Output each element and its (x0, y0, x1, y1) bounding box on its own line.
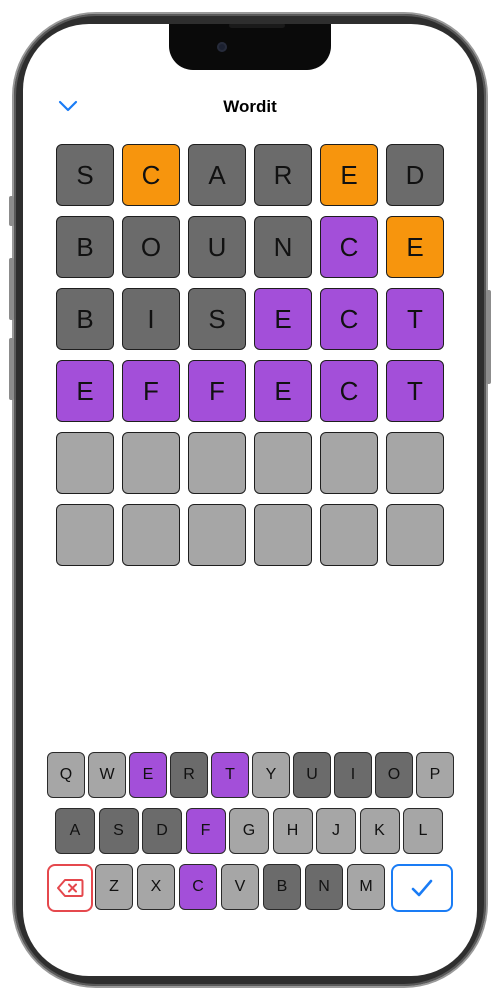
board-tile (56, 432, 114, 494)
board-tile: S (56, 144, 114, 206)
board-tile: N (254, 216, 312, 278)
board-tile: E (56, 360, 114, 422)
key-s[interactable]: S (98, 808, 139, 854)
key-v[interactable]: V (221, 864, 259, 910)
key-y[interactable]: Y (252, 752, 290, 798)
board-tile: O (122, 216, 180, 278)
key-w[interactable]: W (88, 752, 126, 798)
key-i[interactable]: I (334, 752, 372, 798)
mute-switch (9, 196, 14, 226)
board-tile: F (188, 360, 246, 422)
board-tile: E (254, 288, 312, 350)
key-f[interactable]: F (185, 808, 226, 854)
navigation-bar: Wordit (23, 90, 477, 124)
delete-backspace-icon (57, 879, 84, 897)
delete-button[interactable] (47, 864, 93, 912)
board-tile (254, 504, 312, 566)
board-tile: C (320, 288, 378, 350)
board-tile: T (386, 360, 444, 422)
board-tile: S (188, 288, 246, 350)
key-b[interactable]: B (263, 864, 301, 910)
volume-down-button (9, 338, 14, 400)
board-tile (188, 504, 246, 566)
key-z[interactable]: Z (95, 864, 133, 910)
board-tile (122, 504, 180, 566)
screen: Wordit SCAREDBOUNCEBISECTEFFECT QWERTYUI… (23, 24, 477, 976)
board-tile (122, 432, 180, 494)
page-title: Wordit (223, 97, 277, 116)
key-p[interactable]: P (416, 752, 454, 798)
board-tile: E (320, 144, 378, 206)
submit-button[interactable] (391, 864, 453, 912)
volume-up-button (9, 258, 14, 320)
key-d[interactable]: D (142, 808, 182, 854)
key-u[interactable]: U (293, 752, 331, 798)
key-c[interactable]: C (179, 864, 217, 910)
board-tile: C (320, 360, 378, 422)
board-tile (386, 432, 444, 494)
notch (169, 24, 331, 70)
board-tile (320, 504, 378, 566)
board-tile: B (56, 216, 114, 278)
key-n[interactable]: N (305, 864, 343, 910)
speaker-grille (229, 24, 285, 28)
key-a[interactable]: A (55, 808, 95, 854)
board-tile: E (254, 360, 312, 422)
key-q[interactable]: Q (47, 752, 85, 798)
key-m[interactable]: M (347, 864, 385, 910)
key-j[interactable]: J (316, 808, 356, 854)
board-tile (320, 432, 378, 494)
board-tile: I (122, 288, 180, 350)
key-o[interactable]: O (375, 752, 413, 798)
board-tile (188, 432, 246, 494)
board-tile: F (122, 360, 180, 422)
board-tile: E (386, 216, 444, 278)
checkmark-icon (411, 879, 433, 897)
board-tile: U (188, 216, 246, 278)
front-camera-icon (217, 42, 227, 52)
key-l[interactable]: L (403, 808, 443, 854)
key-e[interactable]: E (129, 752, 167, 798)
board-tile (56, 504, 114, 566)
key-t[interactable]: T (211, 752, 249, 798)
board-tile: R (254, 144, 312, 206)
board-tile: C (320, 216, 378, 278)
board-tile (254, 432, 312, 494)
key-k[interactable]: K (359, 808, 400, 854)
key-r[interactable]: R (170, 752, 208, 798)
board-tile: B (56, 288, 114, 350)
board-tile: D (386, 144, 444, 206)
key-g[interactable]: G (229, 808, 269, 854)
power-button (486, 290, 491, 384)
board-tile (386, 504, 444, 566)
board-tile: T (386, 288, 444, 350)
board-tile: A (188, 144, 246, 206)
key-h[interactable]: H (272, 808, 313, 854)
key-x[interactable]: X (137, 864, 175, 910)
board-tile: C (122, 144, 180, 206)
